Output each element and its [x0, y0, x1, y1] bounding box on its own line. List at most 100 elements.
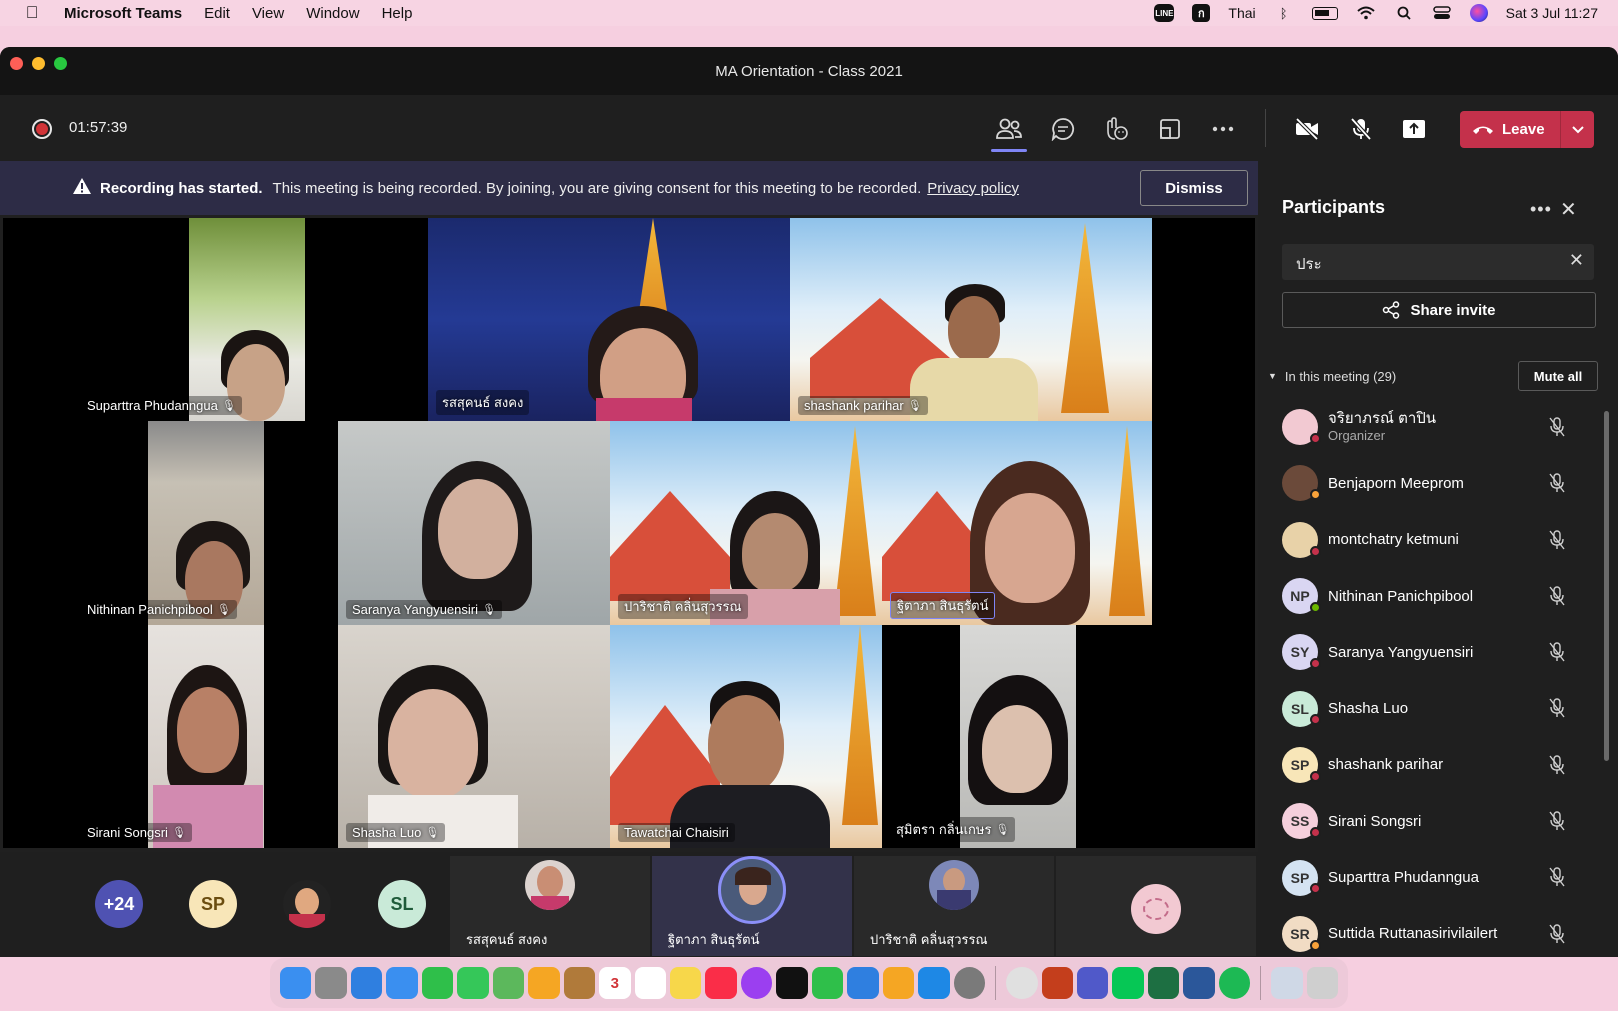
participant-avatar[interactable]: SP: [189, 880, 237, 928]
tv-icon[interactable]: [776, 967, 808, 999]
leave-main[interactable]: Leave: [1460, 121, 1560, 138]
participant-row[interactable]: จริยาภรณ์ ตาปิน Organizer: [1258, 399, 1608, 455]
calendar-icon[interactable]: 3: [599, 967, 631, 999]
rooms-button[interactable]: [1148, 110, 1192, 148]
mic-off-icon[interactable]: [1548, 417, 1566, 442]
show-chat-button[interactable]: [1041, 110, 1085, 148]
control-center-icon[interactable]: [1432, 5, 1452, 21]
keynote-icon[interactable]: [847, 967, 879, 999]
mic-off-icon[interactable]: [1548, 642, 1566, 667]
menubar-clock[interactable]: Sat 3 Jul 11:27: [1506, 5, 1598, 21]
zoom-window-button[interactable]: [54, 57, 67, 70]
strip-tile[interactable]: ฐิตาภา สินธุรัตน์: [652, 856, 852, 956]
dismiss-button[interactable]: Dismiss: [1140, 170, 1248, 206]
reminders-icon[interactable]: [634, 967, 666, 999]
notes-icon[interactable]: [563, 967, 596, 999]
participant-row[interactable]: SL Shasha Luo: [1258, 680, 1608, 736]
launchpad-icon[interactable]: [315, 967, 347, 999]
video-tile[interactable]: Saranya Yangyuensiri 🎙: [338, 421, 610, 625]
show-participants-button[interactable]: [987, 110, 1031, 152]
participant-row[interactable]: montchatry ketmuni: [1258, 512, 1608, 568]
strip-tile[interactable]: [1056, 856, 1256, 956]
participant-row[interactable]: SR Suttida Ruttanasirivilailert: [1258, 906, 1608, 957]
numbers-icon[interactable]: [811, 967, 844, 999]
preview-icon[interactable]: [1271, 967, 1303, 999]
music-icon[interactable]: [705, 967, 737, 999]
video-tile[interactable]: รสสุคนธ์ สงคง: [428, 218, 790, 421]
menu-help[interactable]: Help: [382, 5, 413, 22]
photos-icon[interactable]: [528, 967, 560, 999]
bluetooth-icon[interactable]: ᛒ: [1274, 5, 1294, 21]
line-icon[interactable]: [1112, 967, 1144, 999]
pages-icon[interactable]: [882, 967, 915, 999]
panel-more-options-icon[interactable]: •••: [1530, 199, 1552, 220]
video-tile[interactable]: สุมิตรา กลิ่นเกษร 🎙: [882, 625, 1152, 848]
word-icon[interactable]: [1183, 967, 1215, 999]
participant-avatar[interactable]: [283, 880, 331, 928]
line-status-icon[interactable]: LINE: [1154, 4, 1175, 22]
participant-row[interactable]: NP Nithinan Panichpibool: [1258, 568, 1608, 624]
more-participants-button[interactable]: +24: [95, 880, 143, 928]
share-content-button[interactable]: [1392, 110, 1436, 148]
menu-edit[interactable]: Edit: [204, 5, 230, 22]
mic-off-icon[interactable]: [1548, 586, 1566, 611]
mic-off-icon[interactable]: [1548, 755, 1566, 780]
video-tile[interactable]: ฐิตาภา สินธุรัตน์: [882, 421, 1152, 625]
teams-icon[interactable]: [1076, 967, 1109, 999]
stickies-icon[interactable]: [669, 967, 702, 999]
powerpoint-icon[interactable]: [1041, 967, 1073, 999]
mute-all-button[interactable]: Mute all: [1518, 361, 1598, 391]
clear-search-icon[interactable]: ✕: [1569, 250, 1584, 271]
spotify-icon[interactable]: [1218, 967, 1251, 999]
mic-off-icon[interactable]: [1548, 698, 1566, 723]
settings-icon[interactable]: [953, 967, 986, 999]
maps-icon[interactable]: [492, 967, 525, 999]
menu-window[interactable]: Window: [306, 5, 359, 22]
video-tile[interactable]: Tawatchai Chaisiri: [610, 625, 882, 848]
privacy-policy-link[interactable]: Privacy policy: [927, 180, 1019, 197]
battery-icon[interactable]: [1311, 6, 1338, 20]
input-source-label[interactable]: Thai: [1228, 5, 1255, 21]
messages-icon[interactable]: [457, 967, 489, 999]
wifi-icon[interactable]: [1356, 5, 1376, 21]
reactions-button[interactable]: [1094, 110, 1138, 148]
mail-icon[interactable]: [386, 967, 418, 999]
participant-row[interactable]: SY Saranya Yangyuensiri: [1258, 624, 1608, 680]
participant-row[interactable]: SP Suparttra Phudanngua: [1258, 849, 1608, 905]
more-actions-button[interactable]: [1201, 110, 1245, 148]
panel-scrollbar[interactable]: [1604, 411, 1609, 761]
video-tile[interactable]: Nithinan Panichpibool 🎙: [73, 421, 338, 625]
apple-menu-icon[interactable]: : [0, 3, 64, 23]
strip-tile[interactable]: ปาริชาติ คลิ่นสุวรรณ: [854, 856, 1054, 956]
minimize-window-button[interactable]: [32, 57, 45, 70]
app-menu[interactable]: Microsoft Teams: [64, 5, 182, 22]
participant-row[interactable]: SS Sirani Songsri: [1258, 793, 1608, 849]
spotlight-search-icon[interactable]: [1394, 5, 1414, 21]
in-meeting-section[interactable]: ▼ In this meeting (29) Mute all: [1268, 361, 1598, 391]
excel-icon[interactable]: [1147, 967, 1180, 999]
mic-off-icon[interactable]: [1548, 867, 1566, 892]
share-invite-button[interactable]: Share invite: [1282, 292, 1596, 328]
leave-meeting-button[interactable]: Leave: [1460, 111, 1594, 148]
safari-icon[interactable]: [350, 967, 383, 999]
finder-icon[interactable]: [280, 967, 312, 999]
mic-off-icon[interactable]: [1548, 811, 1566, 836]
mic-off-icon[interactable]: [1548, 923, 1566, 949]
siri-icon[interactable]: [1469, 4, 1488, 22]
chevron-down-icon[interactable]: ▼: [1268, 371, 1277, 381]
participant-avatar[interactable]: SL: [378, 880, 426, 928]
camera-toggle-button[interactable]: [1285, 110, 1329, 148]
participant-row[interactable]: Benjaporn Meeprom: [1258, 455, 1608, 511]
video-tile[interactable]: ปาริชาติ คลิ่นสุวรรณ: [610, 421, 882, 625]
mic-off-icon[interactable]: [1548, 473, 1566, 498]
facetime-icon[interactable]: [421, 967, 454, 999]
participant-row[interactable]: SP shashank parihar: [1258, 737, 1608, 793]
trash-icon[interactable]: [1306, 967, 1339, 999]
mic-toggle-button[interactable]: [1339, 110, 1383, 148]
video-tile[interactable]: Sirani Songsri 🎙: [73, 625, 338, 848]
appstore-icon[interactable]: [918, 967, 950, 999]
input-source-icon[interactable]: ก: [1192, 4, 1211, 22]
close-window-button[interactable]: [10, 57, 23, 70]
video-tile[interactable]: Suparttra Phudanngua 🎙: [73, 218, 428, 421]
chrome-icon[interactable]: [1006, 967, 1038, 999]
